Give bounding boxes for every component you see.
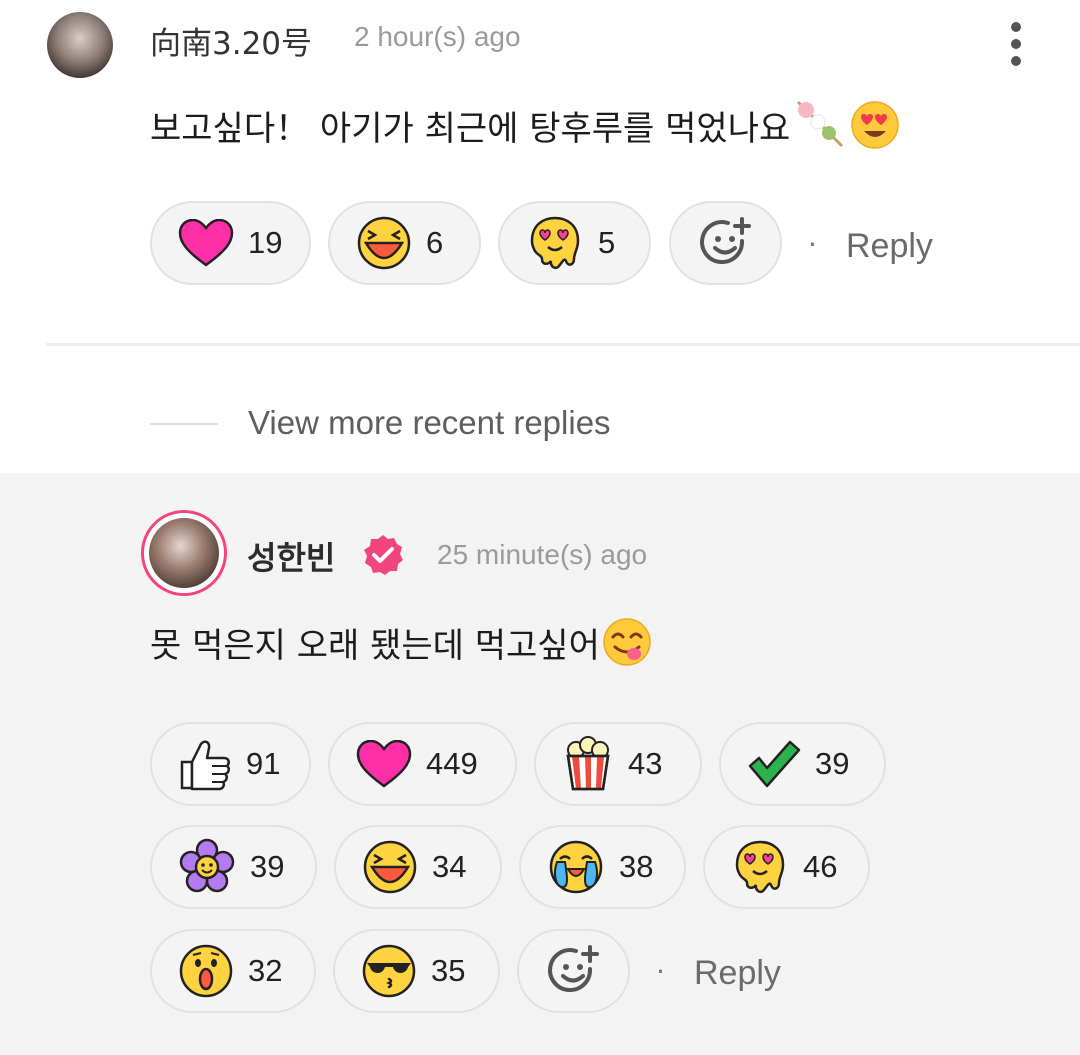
reply-timestamp: 25 minute(s) ago xyxy=(437,539,648,570)
separator-dot: · xyxy=(656,955,665,988)
reaction-flower-button[interactable]: 39 xyxy=(150,825,317,909)
reaction-count: 91 xyxy=(246,746,281,781)
reply-text: 못 먹은지 오래 됐는데 먹고싶어 xyxy=(150,625,600,666)
reaction-count: 43 xyxy=(628,746,663,781)
reaction-count: 35 xyxy=(431,953,466,988)
reaction-count: 38 xyxy=(619,849,654,884)
reaction-surprised-button[interactable]: 32 xyxy=(150,929,316,1013)
tanghulu-emoji-icon xyxy=(797,100,844,148)
add-reaction-icon xyxy=(699,217,751,265)
reaction-check-button[interactable]: 39 xyxy=(719,722,886,806)
avatar[interactable] xyxy=(149,518,219,588)
reaction-count: 46 xyxy=(803,849,838,884)
reaction-count: 34 xyxy=(432,849,467,884)
view-more-replies-link[interactable]: View more recent replies xyxy=(248,404,611,442)
laughing-face-icon xyxy=(357,216,411,270)
more-options-icon[interactable] xyxy=(1004,20,1028,68)
reaction-crying-button[interactable]: 38 xyxy=(519,825,686,909)
yummy-face-emoji-icon xyxy=(603,618,651,666)
add-reaction-button[interactable] xyxy=(517,929,630,1013)
reaction-count: 5 xyxy=(598,225,616,260)
check-mark-icon xyxy=(748,740,801,788)
reply-button[interactable]: Reply xyxy=(846,227,933,266)
avatar[interactable] xyxy=(47,12,113,78)
crying-face-icon xyxy=(549,840,603,894)
reply-button[interactable]: Reply xyxy=(694,954,781,993)
reply-body: 못 먹은지 오래 됐는데 먹고싶어 xyxy=(150,617,652,667)
reaction-count: 39 xyxy=(815,746,850,781)
melting-heart-eyes-icon xyxy=(530,216,580,270)
thumbs-up-icon xyxy=(180,740,230,791)
divider xyxy=(46,343,1080,346)
reaction-laughing-button[interactable]: 6 xyxy=(328,201,481,285)
comment-body: 보고싶다！ 아기가 최근에 탕후루를 먹었나요 xyxy=(150,100,900,150)
reaction-thumbs-up-button[interactable]: 91 xyxy=(150,722,311,806)
heart-eyes-emoji-icon xyxy=(851,101,900,149)
laughing-face-icon xyxy=(363,840,417,894)
flower-icon xyxy=(179,838,235,893)
comment-username[interactable]: 向南3.20号 xyxy=(150,18,312,63)
reaction-count: 6 xyxy=(426,225,444,260)
verified-badge-icon xyxy=(364,535,403,575)
reply-username[interactable]: 성한빈 xyxy=(247,533,335,579)
reaction-count: 449 xyxy=(426,746,478,781)
heart-icon xyxy=(356,740,412,788)
add-reaction-icon xyxy=(547,945,599,993)
reaction-count: 19 xyxy=(248,225,283,260)
comment-timestamp: 2 hour(s) ago xyxy=(354,21,521,52)
popcorn-icon xyxy=(566,736,610,791)
reaction-laughing-button[interactable]: 34 xyxy=(334,825,502,909)
heart-icon xyxy=(178,219,234,267)
melting-heart-eyes-icon xyxy=(735,840,785,894)
reaction-heart-button[interactable]: 449 xyxy=(328,722,517,806)
separator-dot: · xyxy=(808,228,817,261)
reaction-count: 32 xyxy=(248,953,283,988)
reaction-count: 39 xyxy=(250,849,285,884)
reaction-popcorn-button[interactable]: 43 xyxy=(534,722,702,806)
sunglasses-kiss-icon xyxy=(362,944,416,998)
reaction-sunglasses-button[interactable]: 35 xyxy=(333,929,500,1013)
reaction-melting-button[interactable]: 46 xyxy=(703,825,870,909)
reaction-melting-button[interactable]: 5 xyxy=(498,201,651,285)
comment-text: 보고싶다！ 아기가 최근에 탕후루를 먹었나요 xyxy=(150,108,791,149)
add-reaction-button[interactable] xyxy=(669,201,782,285)
view-more-line xyxy=(150,423,218,425)
surprised-face-icon xyxy=(179,944,233,998)
reaction-heart-button[interactable]: 19 xyxy=(150,201,311,285)
